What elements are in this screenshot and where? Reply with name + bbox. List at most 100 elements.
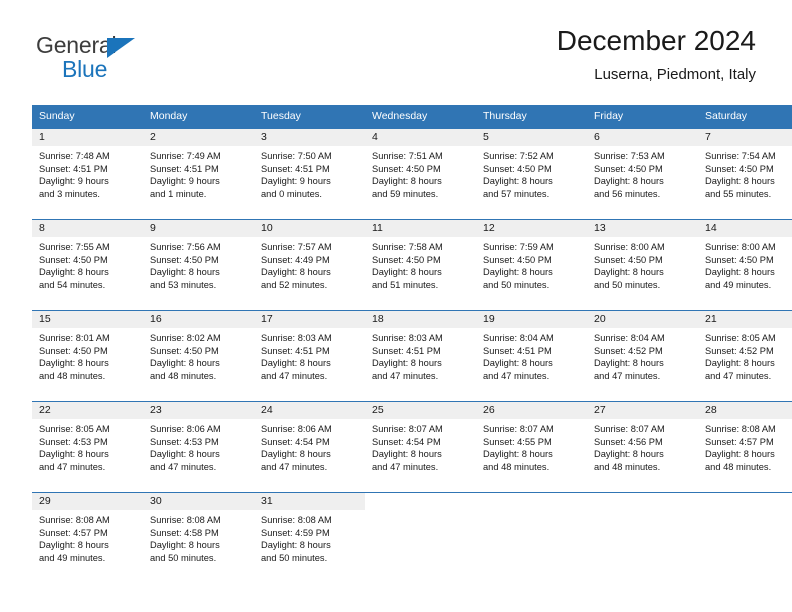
sunrise-text: Sunrise: 8:00 AM xyxy=(594,242,665,252)
calendar-day-cell[interactable]: 4 Sunrise: 7:51 AM Sunset: 4:50 PM Daylight… xyxy=(365,128,476,220)
calendar-day-cell[interactable]: 23 Sunrise: 8:06 AM Sunset: 4:53 PM Dayligh… xyxy=(143,401,254,493)
day-number: 28 xyxy=(698,402,792,419)
day-details: Sunrise: 8:03 AM Sunset: 4:51 PM Daylight:… xyxy=(254,328,365,382)
day-details xyxy=(476,510,587,514)
calendar-day-cell[interactable]: 1 Sunrise: 7:48 AM Sunset: 4:51 PM Daylight… xyxy=(32,128,143,220)
sunset-text: Sunset: 4:53 PM xyxy=(150,436,219,447)
daylight-text-line2: and 48 minutes. xyxy=(150,370,217,381)
calendar-day-cell[interactable]: 24 Sunrise: 8:06 AM Sunset: 4:54 PM Dayligh… xyxy=(254,401,365,493)
day-number: 9 xyxy=(143,220,254,237)
calendar-day-cell[interactable]: 3 Sunrise: 7:50 AM Sunset: 4:51 PM Daylight… xyxy=(254,128,365,220)
daylight-text-line2: and 49 minutes. xyxy=(705,279,772,290)
daylight-text-line1: Daylight: 8 hours xyxy=(150,449,220,460)
sunrise-text: Sunrise: 8:08 AM xyxy=(261,515,332,525)
weekday-header-sunday: Sunday xyxy=(32,105,143,129)
calendar-day-cell[interactable]: 21 Sunrise: 8:05 AM Sunset: 4:52 PM Dayligh… xyxy=(698,310,792,402)
day-number: 20 xyxy=(587,311,698,328)
day-details xyxy=(698,510,792,514)
sunset-text: Sunset: 4:51 PM xyxy=(483,345,552,356)
sunrise-text: Sunrise: 8:08 AM xyxy=(705,424,776,434)
sunset-text: Sunset: 4:51 PM xyxy=(372,345,441,356)
daylight-text-line2: and 50 minutes. xyxy=(483,279,550,290)
daylight-text-line1: Daylight: 9 hours xyxy=(39,176,109,187)
calendar-day-cell[interactable]: 19 Sunrise: 8:04 AM Sunset: 4:51 PM Dayligh… xyxy=(476,310,587,402)
sunset-text: Sunset: 4:50 PM xyxy=(372,163,441,174)
calendar-day-cell[interactable]: 5 Sunrise: 7:52 AM Sunset: 4:50 PM Daylight… xyxy=(476,128,587,220)
calendar-day-cell[interactable]: 13 Sunrise: 8:00 AM Sunset: 4:50 PM Dayligh… xyxy=(587,219,698,311)
day-number: 19 xyxy=(476,311,587,328)
day-details: Sunrise: 8:05 AM Sunset: 4:52 PM Daylight:… xyxy=(698,328,792,382)
calendar-page: General Blue December 2024 Luserna, Pied… xyxy=(0,0,792,612)
weekday-header-friday: Friday xyxy=(587,105,698,129)
daylight-text-line1: Daylight: 8 hours xyxy=(39,449,109,460)
calendar-day-cell[interactable]: 7 Sunrise: 7:54 AM Sunset: 4:50 PM Daylight… xyxy=(698,128,792,220)
day-number: 3 xyxy=(254,129,365,146)
sunset-text: Sunset: 4:54 PM xyxy=(372,436,441,447)
day-number: 30 xyxy=(143,493,254,510)
calendar-day-cell[interactable]: 27 Sunrise: 8:07 AM Sunset: 4:56 PM Dayligh… xyxy=(587,401,698,493)
calendar-day-cell[interactable]: 16 Sunrise: 8:02 AM Sunset: 4:50 PM Dayligh… xyxy=(143,310,254,402)
sunset-text: Sunset: 4:50 PM xyxy=(39,254,108,265)
day-details: Sunrise: 7:54 AM Sunset: 4:50 PM Daylight:… xyxy=(698,146,792,200)
daylight-text-line1: Daylight: 8 hours xyxy=(594,176,664,187)
calendar-day-cell[interactable]: 6 Sunrise: 7:53 AM Sunset: 4:50 PM Daylight… xyxy=(587,128,698,220)
sunrise-text: Sunrise: 8:08 AM xyxy=(150,515,221,525)
day-number: 29 xyxy=(32,493,143,510)
daylight-text-line1: Daylight: 8 hours xyxy=(39,358,109,369)
sunrise-text: Sunrise: 7:49 AM xyxy=(150,151,221,161)
calendar-day-cell[interactable]: 17 Sunrise: 8:03 AM Sunset: 4:51 PM Dayligh… xyxy=(254,310,365,402)
daylight-text-line2: and 59 minutes. xyxy=(372,188,439,199)
daylight-text-line1: Daylight: 8 hours xyxy=(705,449,775,460)
calendar-day-cell[interactable]: 9 Sunrise: 7:56 AM Sunset: 4:50 PM Daylight… xyxy=(143,219,254,311)
day-details: Sunrise: 8:05 AM Sunset: 4:53 PM Daylight:… xyxy=(32,419,143,473)
day-details xyxy=(587,510,698,514)
daylight-text-line2: and 3 minutes. xyxy=(39,188,100,199)
day-number xyxy=(365,493,476,510)
day-number: 24 xyxy=(254,402,365,419)
sunrise-text: Sunrise: 8:05 AM xyxy=(705,333,776,343)
calendar-day-cell[interactable]: 2 Sunrise: 7:49 AM Sunset: 4:51 PM Daylight… xyxy=(143,128,254,220)
day-details: Sunrise: 8:04 AM Sunset: 4:52 PM Daylight:… xyxy=(587,328,698,382)
calendar-day-cell[interactable]: 31 Sunrise: 8:08 AM Sunset: 4:59 PM Dayligh… xyxy=(254,492,365,583)
calendar-day-cell[interactable]: 10 Sunrise: 7:57 AM Sunset: 4:49 PM Dayligh… xyxy=(254,219,365,311)
daylight-text-line1: Daylight: 8 hours xyxy=(39,540,109,551)
sunset-text: Sunset: 4:55 PM xyxy=(483,436,552,447)
calendar-day-cell[interactable]: 12 Sunrise: 7:59 AM Sunset: 4:50 PM Dayligh… xyxy=(476,219,587,311)
calendar-week-row: 8 Sunrise: 7:55 AM Sunset: 4:50 PM Daylight… xyxy=(32,219,792,311)
day-number: 10 xyxy=(254,220,365,237)
daylight-text-line2: and 57 minutes. xyxy=(483,188,550,199)
daylight-text-line2: and 50 minutes. xyxy=(261,552,328,563)
daylight-text-line2: and 50 minutes. xyxy=(594,279,661,290)
day-details: Sunrise: 8:06 AM Sunset: 4:54 PM Daylight:… xyxy=(254,419,365,473)
day-number: 18 xyxy=(365,311,476,328)
calendar-day-cell[interactable]: 8 Sunrise: 7:55 AM Sunset: 4:50 PM Daylight… xyxy=(32,219,143,311)
day-details: Sunrise: 7:53 AM Sunset: 4:50 PM Daylight:… xyxy=(587,146,698,200)
sunset-text: Sunset: 4:57 PM xyxy=(705,436,774,447)
day-number: 17 xyxy=(254,311,365,328)
calendar-header-row: Sunday Monday Tuesday Wednesday Thursday… xyxy=(32,105,792,129)
sunrise-text: Sunrise: 7:57 AM xyxy=(261,242,332,252)
calendar-day-cell[interactable]: 11 Sunrise: 7:58 AM Sunset: 4:50 PM Dayligh… xyxy=(365,219,476,311)
calendar-day-cell[interactable]: 29 Sunrise: 8:08 AM Sunset: 4:57 PM Dayligh… xyxy=(32,492,143,583)
day-details: Sunrise: 8:07 AM Sunset: 4:55 PM Daylight:… xyxy=(476,419,587,473)
calendar-day-cell[interactable]: 28 Sunrise: 8:08 AM Sunset: 4:57 PM Dayligh… xyxy=(698,401,792,493)
calendar-day-cell[interactable]: 14 Sunrise: 8:00 AM Sunset: 4:50 PM Dayligh… xyxy=(698,219,792,311)
daylight-text-line2: and 54 minutes. xyxy=(39,279,106,290)
sunset-text: Sunset: 4:54 PM xyxy=(261,436,330,447)
sunrise-text: Sunrise: 7:54 AM xyxy=(705,151,776,161)
day-details: Sunrise: 8:03 AM Sunset: 4:51 PM Daylight:… xyxy=(365,328,476,382)
calendar-week-row: 15 Sunrise: 8:01 AM Sunset: 4:50 PM Dayligh… xyxy=(32,310,792,402)
day-number: 4 xyxy=(365,129,476,146)
calendar-day-cell[interactable]: 20 Sunrise: 8:04 AM Sunset: 4:52 PM Dayligh… xyxy=(587,310,698,402)
day-details: Sunrise: 8:04 AM Sunset: 4:51 PM Daylight:… xyxy=(476,328,587,382)
sunrise-text: Sunrise: 8:07 AM xyxy=(594,424,665,434)
calendar-day-cell[interactable]: 15 Sunrise: 8:01 AM Sunset: 4:50 PM Dayligh… xyxy=(32,310,143,402)
calendar-day-cell[interactable]: 22 Sunrise: 8:05 AM Sunset: 4:53 PM Dayligh… xyxy=(32,401,143,493)
calendar-day-cell[interactable]: 18 Sunrise: 8:03 AM Sunset: 4:51 PM Dayligh… xyxy=(365,310,476,402)
calendar-day-cell[interactable]: 26 Sunrise: 8:07 AM Sunset: 4:55 PM Dayligh… xyxy=(476,401,587,493)
day-number: 26 xyxy=(476,402,587,419)
calendar-day-cell[interactable]: 30 Sunrise: 8:08 AM Sunset: 4:58 PM Dayligh… xyxy=(143,492,254,583)
weekday-header-tuesday: Tuesday xyxy=(254,105,365,129)
calendar-day-cell[interactable]: 25 Sunrise: 8:07 AM Sunset: 4:54 PM Dayligh… xyxy=(365,401,476,493)
daylight-text-line1: Daylight: 8 hours xyxy=(372,176,442,187)
